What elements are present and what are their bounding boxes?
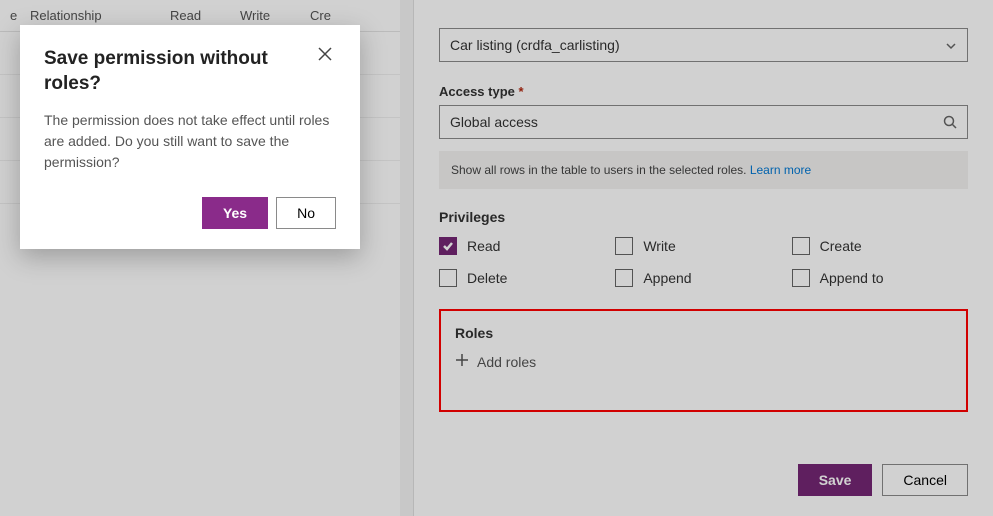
yes-button[interactable]: Yes (202, 197, 268, 229)
no-button[interactable]: No (276, 197, 336, 229)
close-icon[interactable] (318, 47, 336, 65)
confirm-dialog: Save permission without roles? The permi… (20, 25, 360, 249)
dialog-footer: Yes No (44, 197, 336, 229)
dialog-title: Save permission without roles? (44, 47, 318, 96)
dialog-body: The permission does not take effect unti… (44, 110, 336, 173)
